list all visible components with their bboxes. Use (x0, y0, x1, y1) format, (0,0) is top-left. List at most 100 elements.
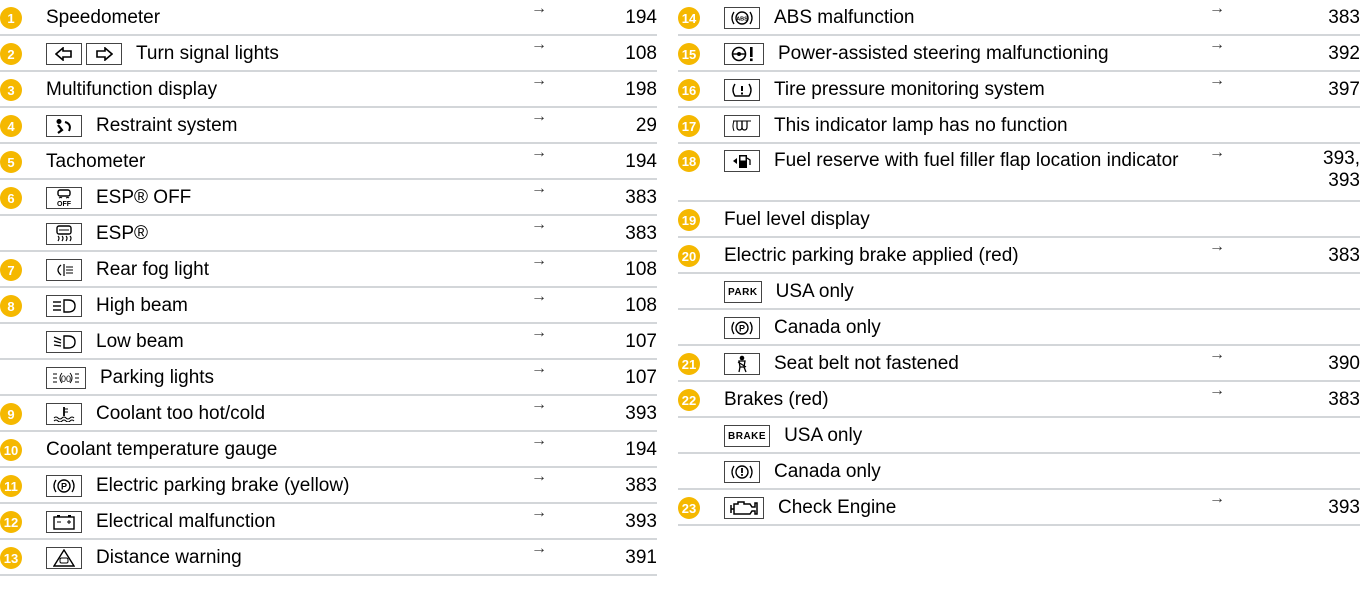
page-reference-link[interactable]: 108 (625, 295, 657, 317)
number-slot: 3 (0, 79, 46, 101)
brake-warning-icon (724, 461, 760, 483)
page-reference-arrow: → (531, 72, 547, 89)
page-reference-link[interactable]: 29 (636, 115, 657, 137)
page-reference-arrow: → (531, 504, 547, 521)
indicator-row: 00 Parking lights → 107 (0, 360, 657, 396)
indicator-label: Parking lights (100, 367, 215, 388)
svg-text:P: P (61, 482, 67, 492)
page-reference-link[interactable]: 393, 393 (1320, 148, 1360, 192)
page-reference-link[interactable]: 392 (1328, 43, 1360, 65)
indicator-row: 23 Check Engine → 393 (678, 490, 1360, 526)
indicator-row: 1 Speedometer → 194 (0, 0, 657, 36)
page-reference-link[interactable]: 390 (1328, 353, 1360, 375)
page-reference-link[interactable]: 108 (625, 43, 657, 65)
number-slot: 10 (0, 439, 46, 461)
indicator-label: Canada only (774, 317, 881, 338)
check-engine-icon (724, 497, 764, 519)
page-reference-arrow: → (531, 432, 547, 449)
indicator-row: Canada only (678, 454, 1360, 490)
page-reference-link[interactable]: 393 (1328, 497, 1360, 519)
number-slot: 6 (0, 187, 46, 209)
number-slot: 14 (678, 7, 724, 29)
page-reference-arrow: → (531, 216, 547, 233)
coolant-temperature-icon (46, 403, 82, 425)
page-reference-arrow: → (531, 540, 547, 557)
battery-icon (46, 511, 82, 533)
page-reference-link[interactable]: 391 (625, 547, 657, 569)
page-reference-link[interactable]: 383 (625, 187, 657, 209)
page-reference-arrow: → (531, 180, 547, 197)
indicator-icons: PARK (724, 281, 766, 303)
item-number-badge: 7 (0, 259, 22, 281)
page-reference-arrow: → (1209, 382, 1225, 399)
item-number-badge: 2 (0, 43, 22, 65)
page-reference-link[interactable]: 194 (625, 439, 657, 461)
number-slot: 23 (678, 497, 724, 519)
page-reference-link[interactable]: 194 (625, 151, 657, 173)
page-reference-link[interactable]: 383 (625, 223, 657, 245)
indicator-label: Tachometer (46, 151, 146, 172)
indicator-label: Electrical malfunction (96, 511, 276, 532)
page-reference-link[interactable]: 383 (1328, 7, 1360, 29)
indicator-icons (46, 547, 86, 569)
item-number-badge: 10 (0, 439, 22, 461)
page-reference-link[interactable]: 194 (625, 7, 657, 29)
item-number-badge: 12 (0, 511, 22, 533)
page-reference-arrow: → (1209, 144, 1225, 161)
page-reference-link[interactable]: 393 (625, 511, 657, 533)
indicator-icons (46, 511, 86, 533)
parking-brake-p-icon: P (724, 317, 760, 339)
parking-lights-icon: 00 (46, 367, 86, 389)
indicator-row: 8 High beam → 108 (0, 288, 657, 324)
page-reference-arrow: → (1209, 346, 1225, 363)
indicator-label: Electric parking brake (yellow) (96, 475, 350, 496)
indicator-label: Fuel reserve with fuel filler flap locat… (774, 150, 1179, 171)
indicator-row: 9 Coolant too hot/cold → 393 (0, 396, 657, 432)
indicator-row: 4 Restraint system → 29 (0, 108, 657, 144)
number-slot: 9 (0, 403, 46, 425)
page-reference-link[interactable]: 108 (625, 259, 657, 281)
page-reference-arrow: → (531, 36, 547, 53)
item-number-badge: 22 (678, 389, 700, 411)
indicator-icons: P (46, 475, 86, 497)
indicator-row: PARK USA only (678, 274, 1360, 310)
item-number-badge: 11 (0, 475, 22, 497)
item-number-badge: 21 (678, 353, 700, 375)
restraint-airbag-icon (46, 115, 82, 137)
turn-left-arrow-icon (46, 43, 82, 65)
item-number-badge: 16 (678, 79, 700, 101)
indicator-label: Fuel level display (724, 209, 870, 230)
indicator-row: 22 Brakes (red) → 383 (678, 382, 1360, 418)
indicator-icons (46, 259, 86, 281)
indicator-icons: 00 (46, 367, 90, 389)
indicator-row: 12 Electrical malfunction → 393 (0, 504, 657, 540)
page-reference-link[interactable]: 393 (625, 403, 657, 425)
indicator-icons (724, 497, 768, 519)
number-slot: 21 (678, 353, 724, 375)
page-reference-arrow: → (531, 108, 547, 125)
abs-icon: ABS (724, 7, 760, 29)
item-number-badge: 13 (0, 547, 22, 569)
indicator-label: Electric parking brake applied (red) (724, 245, 1019, 266)
indicator-label: Seat belt not fastened (774, 353, 959, 374)
parking-brake-p-icon: P (46, 475, 82, 497)
page-reference-link[interactable]: 198 (625, 79, 657, 101)
page-reference-arrow: → (531, 0, 547, 17)
page-reference-link[interactable]: 383 (1328, 245, 1360, 267)
indicator-row: 18 Fuel reserve with fuel filler flap loc… (678, 144, 1360, 202)
page-reference-link[interactable]: 107 (625, 367, 657, 389)
glow-plug-icon (724, 115, 760, 137)
page-reference-link[interactable]: 383 (625, 475, 657, 497)
page-reference-link[interactable]: 107 (625, 331, 657, 353)
indicator-row: 13 Distance warning → 391 (0, 540, 657, 576)
indicator-label: ABS malfunction (774, 7, 915, 28)
page-reference-link[interactable]: 383 (1328, 389, 1360, 411)
number-slot: 17 (678, 115, 724, 137)
indicator-label: Power-assisted steering malfunctioning (778, 43, 1109, 64)
item-number-badge: 18 (678, 150, 700, 172)
item-number-badge: 6 (0, 187, 22, 209)
number-slot: 2 (0, 43, 46, 65)
distance-warning-icon (46, 547, 82, 569)
indicator-label: Brakes (red) (724, 389, 829, 410)
page-reference-link[interactable]: 397 (1328, 79, 1360, 101)
